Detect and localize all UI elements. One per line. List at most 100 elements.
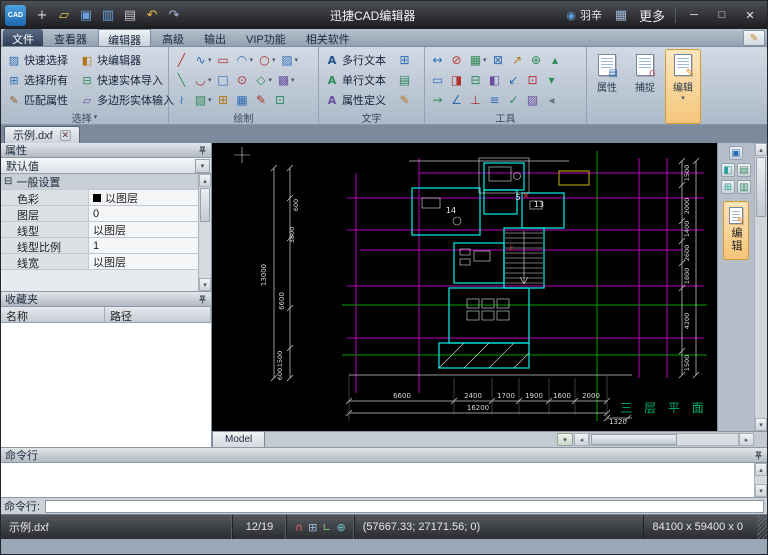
open-button[interactable]: ▱: [53, 4, 75, 26]
pin-icon[interactable]: [198, 295, 207, 304]
panel-button-捕捉[interactable]: ∩捕捉: [627, 49, 663, 124]
scroll-down-icon[interactable]: ▾: [755, 418, 767, 431]
text-side-tool-0[interactable]: ⊞: [396, 52, 413, 68]
tools-tool-0-1[interactable]: ⊘: [448, 52, 465, 68]
tools-tool-0-3[interactable]: ⊠: [490, 52, 507, 68]
property-row[interactable]: 线型比例1: [1, 238, 198, 254]
command-scrollbar[interactable]: ▴ ▾: [754, 463, 767, 497]
ribbon-button-多边形实体输入[interactable]: ▱多边形实体输入: [78, 90, 176, 110]
dock-tool-2-1[interactable]: ▥: [737, 180, 751, 194]
account-button[interactable]: ◉ 羽辛: [560, 7, 608, 23]
close-tab-icon[interactable]: ✕: [60, 130, 71, 141]
collapse-panel-icon[interactable]: ▾: [557, 433, 573, 446]
scroll-left-icon[interactable]: ◂: [574, 433, 589, 446]
ribbon-button-属性定义[interactable]: A属性定义: [323, 90, 388, 110]
ribbon-button-快速实体导入[interactable]: ⊟快速实体导入: [78, 70, 176, 90]
tools-tool-1-5[interactable]: ⊡: [524, 72, 541, 88]
undo-button[interactable]: ↶: [141, 4, 163, 26]
property-group-row[interactable]: ⊟一般设置: [1, 174, 198, 190]
favorites-col-name[interactable]: 名称: [1, 307, 105, 322]
tools-tool-0-5[interactable]: ⊕: [528, 52, 545, 68]
drawing-canvas[interactable]: 145×13上660024001700190016002000162001320…: [212, 143, 717, 431]
menu-tab-0[interactable]: 文件: [3, 29, 43, 46]
tools-tool-2-0[interactable]: →: [429, 92, 446, 108]
ribbon-button-块编辑器[interactable]: ◧块编辑器: [78, 50, 176, 70]
scroll-up-icon[interactable]: ▴: [755, 143, 767, 156]
tools-tool-2-1[interactable]: ∠: [448, 92, 465, 108]
tools-tool-2-3[interactable]: ≡: [486, 92, 503, 108]
draw-tool-1-5[interactable]: ▩▾: [275, 72, 296, 88]
tools-tool-1-6[interactable]: ▾: [543, 72, 560, 88]
ribbon-button-单行文本[interactable]: A单行文本: [323, 70, 388, 90]
favorites-list[interactable]: [1, 323, 211, 447]
tools-tool-2-4[interactable]: ✓: [505, 92, 522, 108]
panel-button-属性[interactable]: ▤属性: [589, 49, 625, 124]
save-as-button[interactable]: ▥: [97, 4, 119, 26]
property-value[interactable]: 1: [89, 238, 198, 253]
apps-menu-icon[interactable]: ▦: [610, 4, 632, 26]
property-value[interactable]: 以图层: [89, 222, 198, 237]
model-tab[interactable]: Model: [212, 432, 265, 447]
more-button[interactable]: 更多: [634, 4, 670, 26]
tools-tool-1-3[interactable]: ◧: [486, 72, 503, 88]
draw-tool-2-5[interactable]: ⊡: [272, 92, 289, 108]
favorites-col-path[interactable]: 路径: [105, 307, 211, 322]
status-toggle-icon-0[interactable]: ∩: [295, 521, 303, 534]
dock-tool-0-0[interactable]: ▣: [729, 146, 743, 160]
scroll-down-icon[interactable]: ▾: [199, 278, 211, 291]
property-grid-scrollbar[interactable]: ▴ ▾: [198, 174, 211, 291]
document-tab[interactable]: 示例.dxf ✕: [4, 126, 80, 143]
tools-tool-2-2[interactable]: ⊥: [467, 92, 484, 108]
command-input[interactable]: [45, 500, 764, 513]
scroll-up-icon[interactable]: ▴: [199, 174, 211, 187]
tools-tool-1-4[interactable]: ↙: [505, 72, 522, 88]
menu-tab-6[interactable]: 相关软件: [297, 29, 359, 46]
scrollbar-thumb[interactable]: [756, 157, 766, 217]
ribbon-button-匹配属性[interactable]: ✎匹配属性: [5, 90, 70, 110]
dock-edit-button[interactable]: ✎ 编辑: [723, 201, 749, 260]
status-toggle-icon-3[interactable]: ⊕: [337, 521, 346, 534]
tools-tool-2-5[interactable]: ▨: [524, 92, 541, 108]
new-button[interactable]: +: [31, 4, 53, 26]
draw-tool-2-2[interactable]: ⊞: [215, 92, 232, 108]
status-toggle-icon-1[interactable]: ⊞: [308, 521, 317, 534]
menu-tab-2[interactable]: 编辑器: [98, 29, 151, 46]
ribbon-button-快速选择[interactable]: ▨快速选择: [5, 50, 70, 70]
tools-tool-2-6[interactable]: ◂: [543, 92, 560, 108]
ribbon-button-选择所有[interactable]: ⊞选择所有: [5, 70, 70, 90]
scrollbar-thumb[interactable]: [591, 434, 677, 445]
draw-tool-0-0[interactable]: ╱: [173, 52, 190, 68]
tools-tool-1-0[interactable]: ▭: [429, 72, 446, 88]
draw-tool-2-1[interactable]: ▧▾: [192, 92, 213, 108]
redo-button[interactable]: ↷: [163, 4, 185, 26]
draw-tool-1-2[interactable]: □: [215, 72, 232, 88]
text-side-tool-2[interactable]: ✎: [396, 92, 413, 108]
property-row[interactable]: 色彩以图层: [1, 190, 198, 206]
draw-tool-2-0[interactable]: ≀: [173, 92, 190, 108]
property-row[interactable]: 线型以图层: [1, 222, 198, 238]
pin-icon[interactable]: [754, 451, 763, 460]
ribbon-button-多行文本[interactable]: A多行文本: [323, 50, 388, 70]
scroll-right-icon[interactable]: ▸: [739, 433, 754, 446]
property-row[interactable]: 图层0: [1, 206, 198, 222]
close-button[interactable]: ✕: [737, 4, 763, 26]
group-label-select[interactable]: 选择▾: [5, 110, 164, 124]
canvas-vertical-scrollbar[interactable]: ▴ ▾: [754, 143, 767, 431]
property-value[interactable]: 0: [89, 206, 198, 221]
menu-tab-3[interactable]: 高级: [153, 29, 193, 46]
resize-grip[interactable]: [757, 515, 767, 539]
dock-tool-1-0[interactable]: ◧: [721, 163, 735, 177]
tools-tool-1-2[interactable]: ⊟: [467, 72, 484, 88]
dock-tool-2-0[interactable]: ⊞: [721, 180, 735, 194]
draw-tool-0-2[interactable]: ▭: [215, 52, 232, 68]
property-row[interactable]: 线宽以图层: [1, 254, 198, 270]
property-value[interactable]: 以图层: [89, 254, 198, 269]
draw-tool-1-3[interactable]: ⊙: [234, 72, 251, 88]
style-tool-icon[interactable]: ✎: [743, 30, 765, 46]
scrollbar-thumb[interactable]: [200, 188, 210, 222]
draw-tool-0-1[interactable]: ∿▾: [192, 52, 213, 68]
print-button[interactable]: ▤: [119, 4, 141, 26]
tools-tool-0-0[interactable]: ↔: [429, 52, 446, 68]
pin-icon[interactable]: [198, 146, 207, 155]
draw-tool-1-1[interactable]: ◡▾: [192, 72, 213, 88]
